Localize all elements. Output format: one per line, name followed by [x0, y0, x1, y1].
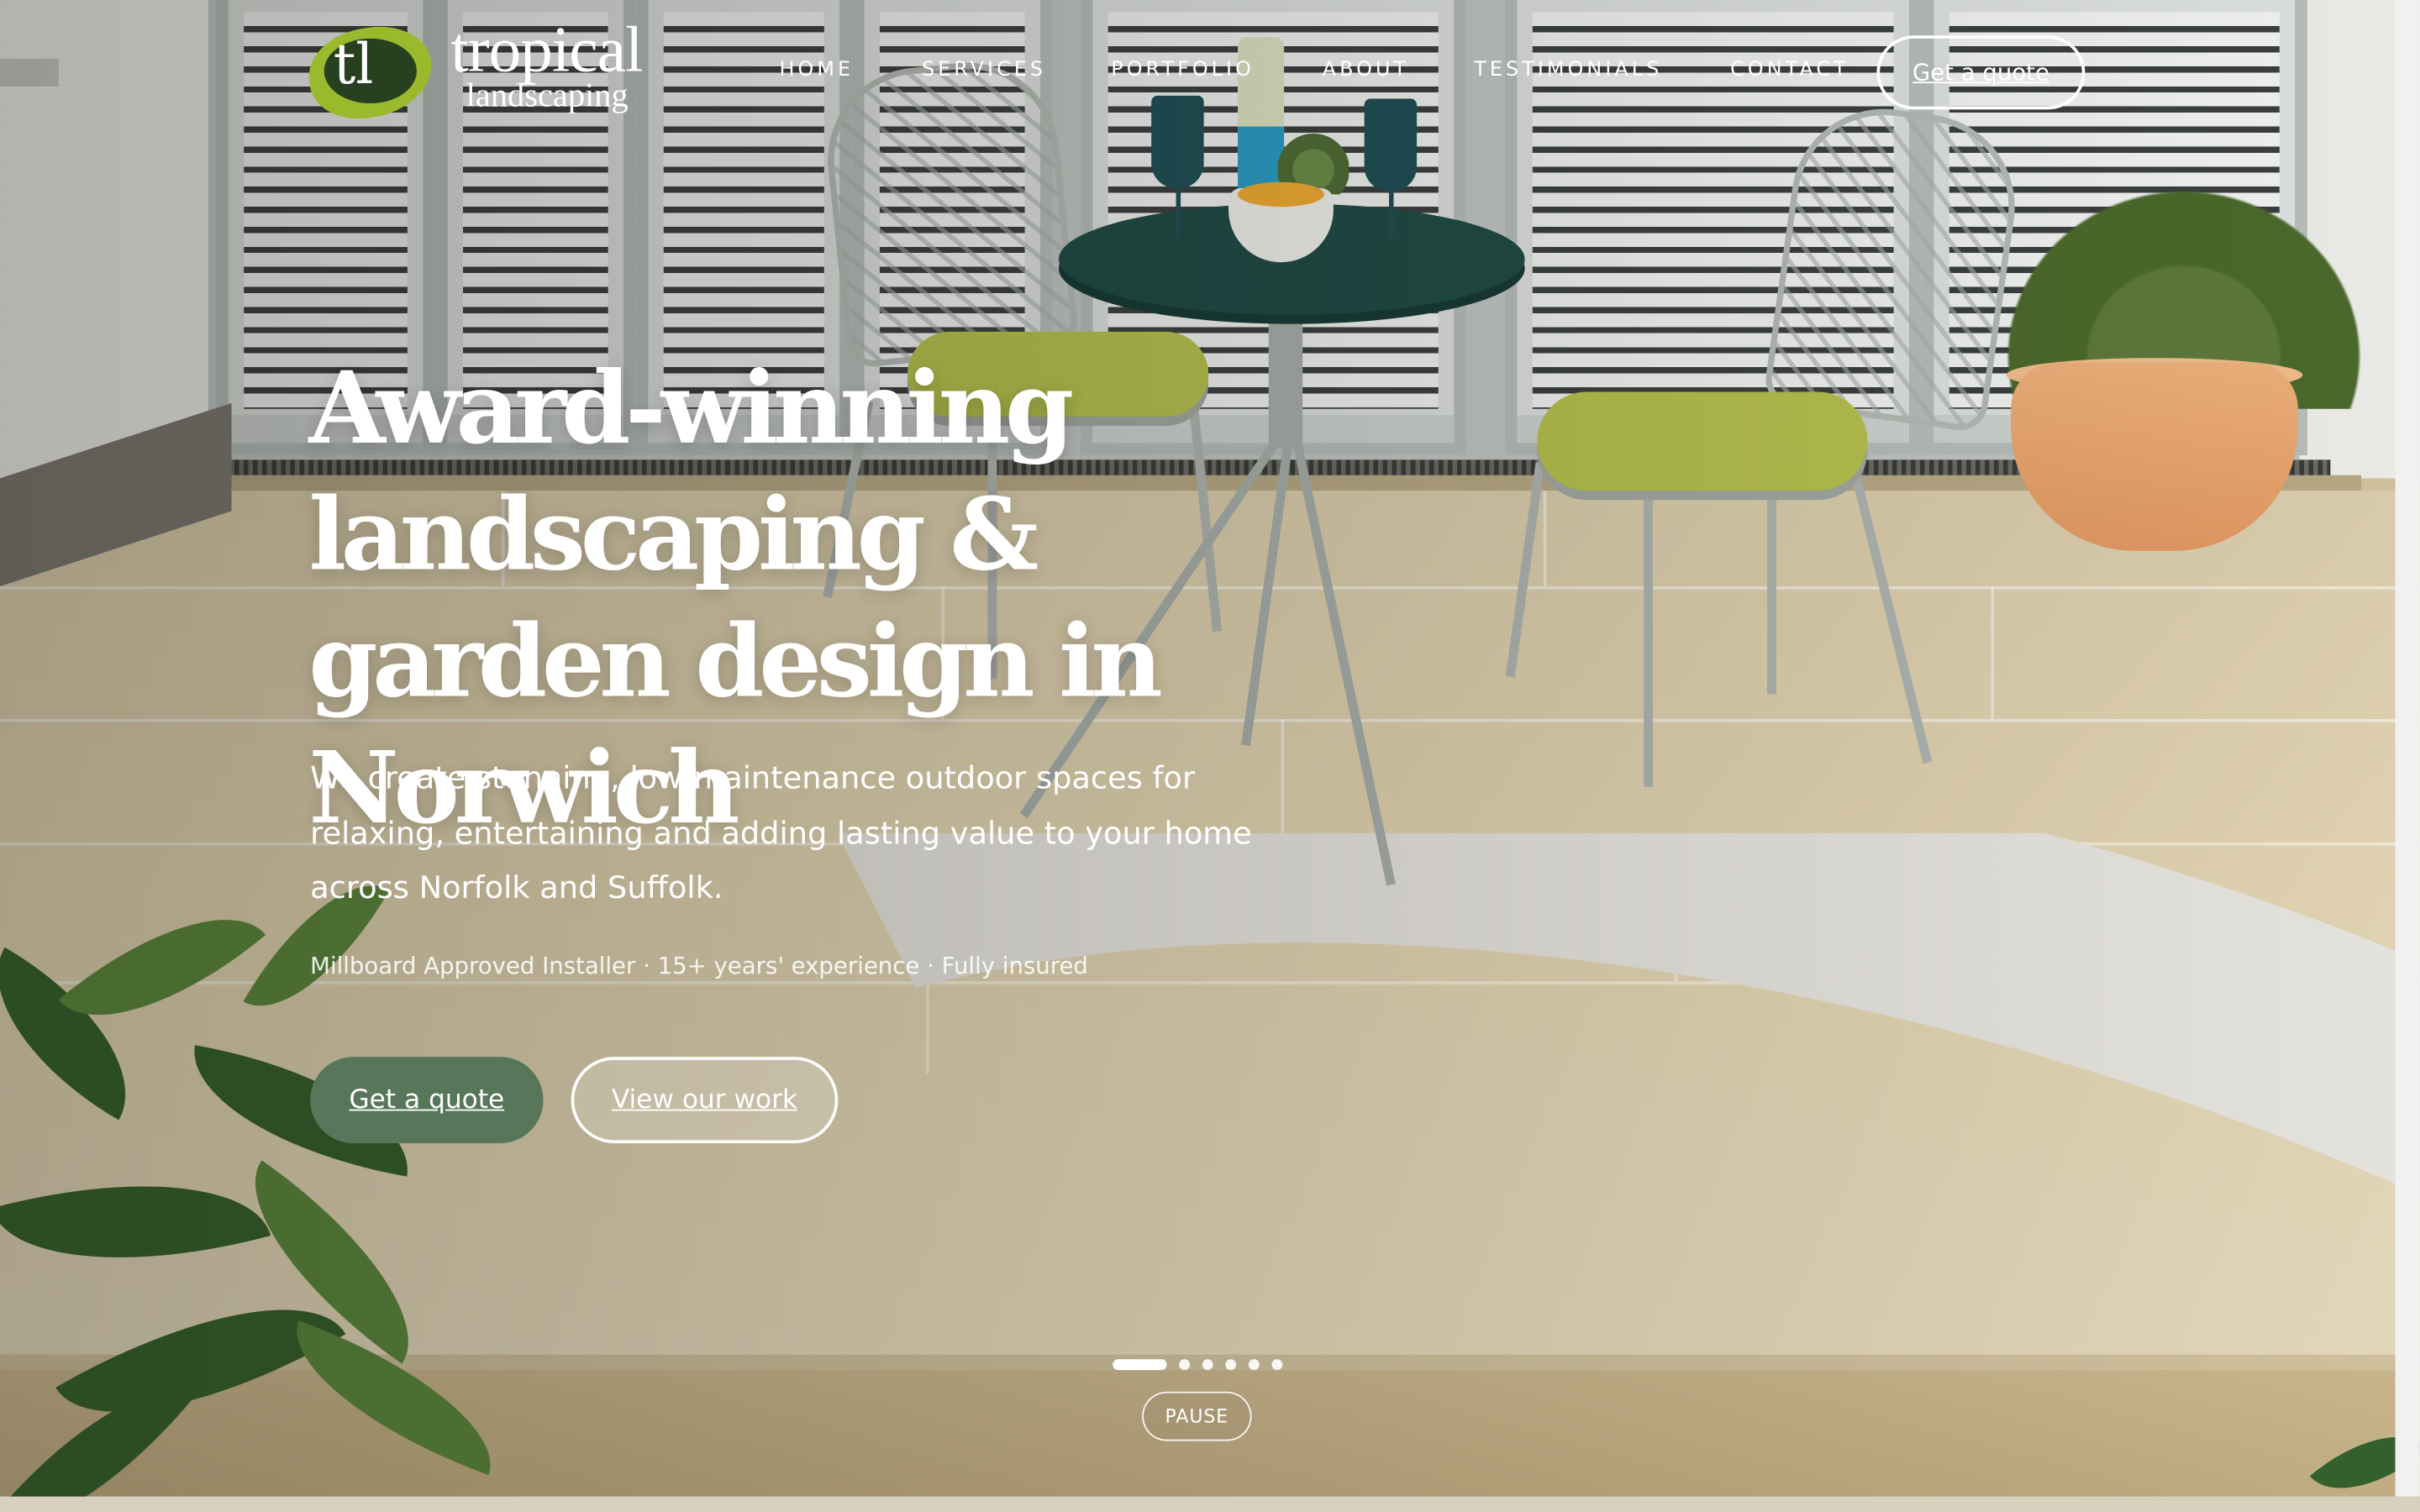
page: tl tropical landscaping HOME SERVICES PO…: [0, 0, 2420, 1512]
page-scrollbar[interactable]: [2395, 0, 2420, 1497]
logo-monogram: tl: [333, 34, 374, 97]
nav-link-contact[interactable]: CONTACT: [1730, 59, 1849, 82]
nav-link-testimonials[interactable]: TESTIMONIALS: [1474, 59, 1662, 82]
site-header: tl tropical landscaping HOME SERVICES PO…: [0, 0, 2420, 146]
logo-tagline: landscaping: [466, 75, 629, 114]
slider-dot-5[interactable]: [1248, 1359, 1260, 1370]
slider-dot-1[interactable]: [1113, 1359, 1167, 1370]
view-our-work-button[interactable]: View our work: [571, 1057, 839, 1143]
hero-get-quote-button[interactable]: Get a quote: [310, 1057, 544, 1143]
hero-subtitle: We create stunning, low-maintenance outd…: [310, 759, 1252, 906]
logo-wordmark: tropical landscaping: [450, 15, 643, 114]
slider-pause-button[interactable]: PAUSE: [1142, 1391, 1252, 1441]
page-content: tl tropical landscaping HOME SERVICES PO…: [0, 0, 2420, 1497]
slider-dots: [1113, 1359, 1283, 1370]
logo-name: tropical: [450, 15, 643, 87]
nav-link-services[interactable]: SERVICES: [922, 59, 1046, 82]
slider-dot-4[interactable]: [1225, 1359, 1237, 1370]
site-logo[interactable]: tl tropical landscaping: [302, 15, 644, 126]
slider-dot-3[interactable]: [1202, 1359, 1213, 1370]
header-get-quote-button[interactable]: Get a quote: [1876, 35, 2086, 110]
main-nav: HOME SERVICES PORTFOLIO ABOUT TESTIMONIA…: [780, 59, 1849, 82]
leaf-logo-icon: tl: [302, 19, 438, 126]
nav-link-home[interactable]: HOME: [780, 59, 855, 82]
hero-trust-line: Millboard Approved Installer · 15+ years…: [310, 952, 1088, 980]
slider-dot-2[interactable]: [1179, 1359, 1191, 1370]
nav-link-about[interactable]: ABOUT: [1323, 59, 1409, 82]
nav-link-portfolio[interactable]: PORTFOLIO: [1111, 59, 1255, 82]
slider-dot-6[interactable]: [1271, 1359, 1283, 1370]
